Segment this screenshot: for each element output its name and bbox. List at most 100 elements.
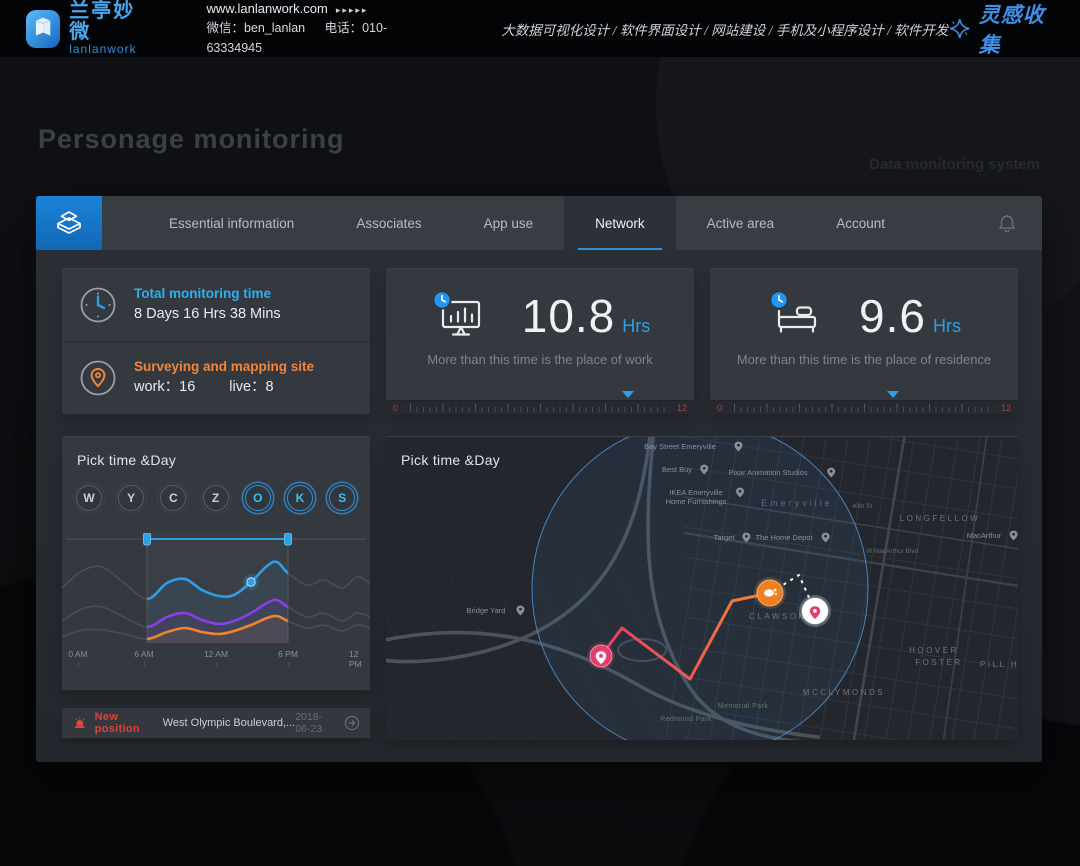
arrow-circle-icon xyxy=(344,715,360,731)
new-position-alert[interactable]: New position West Olympic Boulevard,... … xyxy=(62,708,370,738)
map-card: Bay Street Emeryville Best Buy Pixar Anima… xyxy=(386,436,1018,740)
residence-hours-value: 9.6 xyxy=(859,290,926,342)
sparkle-star-icon xyxy=(948,16,971,42)
day-button-s[interactable]: S xyxy=(329,485,355,511)
work-hours-value: 10.8 xyxy=(522,290,616,342)
services-list: 大数据可视化设计 / 软件界面设计 / 网站建设 / 手机及小程序设计 / 软件… xyxy=(501,19,948,39)
x-label-12-am: 12 AM xyxy=(204,649,228,659)
map-label-pixar-animation-studios: Pixar Animation Studios xyxy=(728,468,807,477)
map-marker-start[interactable] xyxy=(587,642,615,670)
map-label-best-buy: Best Buy xyxy=(662,465,692,474)
day-button-k[interactable]: K xyxy=(287,485,313,511)
tab-essential-information[interactable]: Essential information xyxy=(138,196,325,250)
summary-card: Total monitoring time 8 Days 16 Hrs 38 M… xyxy=(62,268,370,414)
bell-icon xyxy=(996,212,1018,234)
map-label-hoover: HOOVER xyxy=(909,646,959,655)
residence-scale-marker[interactable] xyxy=(887,391,899,398)
map-label-redmond-park: Redmond Park xyxy=(660,716,712,723)
map-pin-icon xyxy=(78,358,118,398)
work-hours: 10.8 Hrs xyxy=(522,289,651,343)
map-label-pill-hi: PILL HI xyxy=(980,660,1018,669)
map-label-macarthur: MacArthur xyxy=(967,531,1002,540)
dashboard-panel: Essential informationAssociatesApp useNe… xyxy=(36,196,1042,762)
monitoring-time-value: 8 Days 16 Hrs 38 Mins xyxy=(134,304,281,326)
chart-highlight-dot[interactable] xyxy=(247,578,255,586)
tab-network[interactable]: Network xyxy=(564,196,676,250)
slider-handle-end[interactable] xyxy=(285,533,292,545)
work-caption: More than this time is the place of work xyxy=(386,352,694,367)
map-label-w-macarthur-blvd: W MacArthur Blvd xyxy=(866,548,919,555)
siren-icon xyxy=(74,716,86,731)
survey-site-title: Surveying and mapping site xyxy=(134,357,314,377)
map-label-target: Target xyxy=(714,533,736,542)
map-label-bay-street-emeryville: Bay Street Emeryville xyxy=(644,442,716,451)
work-scale-ruler: 012 xyxy=(386,400,694,414)
page-title: Personage monitoring xyxy=(38,124,345,155)
residence-hours: 9.6 Hrs xyxy=(859,289,961,343)
residence-scale-ruler: 012 xyxy=(710,400,1018,414)
bed-clock-icon xyxy=(767,290,825,342)
monitoring-time-title: Total monitoring time xyxy=(134,284,281,304)
day-button-o[interactable]: O xyxy=(245,485,271,511)
live-count: 8 xyxy=(266,379,274,395)
tab-associates[interactable]: Associates xyxy=(325,196,452,250)
time-picker-card: Pick time &Day WYCZOKS 0 AM6 AM12 AM6 PM… xyxy=(62,436,370,690)
brand-name-cn: 兰亭妙微 xyxy=(69,1,148,43)
alert-label: New position xyxy=(95,711,151,735)
map-label-40th-st: 40th St xyxy=(852,503,873,510)
map-marker-current[interactable] xyxy=(754,577,786,609)
top-banner: 兰亭妙微 lanlanwork www.lanlanwork.com▸▸▸▸▸ … xyxy=(0,0,1080,57)
slider-handle-start[interactable] xyxy=(144,533,151,545)
timeline-chart[interactable] xyxy=(62,533,370,649)
work-hours-unit: Hrs xyxy=(622,316,650,336)
survey-site-row: Surveying and mapping site work：16live：8 xyxy=(62,341,370,413)
chart-x-axis: 0 AM6 AM12 AM6 PM12 PM xyxy=(62,649,370,663)
wechat-contact: 微信：ben_lanlan xyxy=(206,21,305,35)
clock-icon xyxy=(78,285,118,325)
layers-box-icon xyxy=(54,208,84,238)
website-link[interactable]: www.lanlanwork.com xyxy=(206,1,327,16)
arrows-decor: ▸▸▸▸▸ xyxy=(336,5,369,15)
residence-caption: More than this time is the place of resi… xyxy=(710,352,1018,367)
x-label-0-am: 0 AM xyxy=(68,649,87,659)
collect-label: 灵感收集 xyxy=(979,0,1058,59)
x-label-12-pm: 12 PM xyxy=(349,649,363,669)
module-tile-button[interactable] xyxy=(36,196,102,250)
book-logo-icon xyxy=(26,10,60,48)
day-button-y[interactable]: Y xyxy=(118,485,144,511)
map-label-home-furnishings: Home Furnishings xyxy=(666,497,727,506)
tab-account[interactable]: Account xyxy=(805,196,916,250)
brand-logo[interactable]: 兰亭妙微 lanlanwork xyxy=(26,1,148,56)
day-button-z[interactable]: Z xyxy=(203,485,229,511)
brand-name-en: lanlanwork xyxy=(69,43,148,56)
alert-date: 2018-06-23 xyxy=(295,711,337,735)
alert-detail-button[interactable] xyxy=(344,715,360,731)
map-title: Pick time &Day xyxy=(401,452,500,468)
work-scale-marker[interactable] xyxy=(622,391,634,398)
day-button-c[interactable]: C xyxy=(160,485,186,511)
work-time-card: 10.8 Hrs More than this time is the place… xyxy=(386,268,694,414)
screen: 兰亭妙微 lanlanwork www.lanlanwork.com▸▸▸▸▸ … xyxy=(0,0,1080,866)
map-label-longfellow: LONGFELLOW xyxy=(900,514,981,523)
map-label-mcclymonds: MCCLYMONDS xyxy=(803,688,885,697)
page-watermark: Data monitoring system xyxy=(869,156,1040,173)
day-button-row: WYCZOKS xyxy=(62,485,370,513)
residence-time-card: 9.6 Hrs More than this time is the place … xyxy=(710,268,1018,414)
tab-app-use[interactable]: App use xyxy=(453,196,565,250)
residence-hours-unit: Hrs xyxy=(933,316,961,336)
contact-block: www.lanlanwork.com▸▸▸▸▸ 微信：ben_lanlan 电话… xyxy=(206,0,435,58)
map-label-emeryville: Emeryville xyxy=(761,498,833,508)
work-count: 16 xyxy=(179,379,195,395)
tab-active-area[interactable]: Active area xyxy=(676,196,806,250)
x-label-6-am: 6 AM xyxy=(134,649,153,659)
day-button-w[interactable]: W xyxy=(76,485,102,511)
map-label-ikea-emeryville: IKEA Emeryville xyxy=(669,488,722,497)
notifications-button[interactable] xyxy=(996,196,1018,250)
map-marker-destination[interactable] xyxy=(799,595,831,627)
alert-address: West Olympic Boulevard,... xyxy=(163,717,295,729)
map-canvas[interactable]: Bay Street Emeryville Best Buy Pixar Anima… xyxy=(386,437,1018,740)
tab-bar: Essential informationAssociatesApp useNe… xyxy=(36,196,1042,250)
map-label-clawson: CLAWSON xyxy=(749,612,807,621)
monitoring-time-row: Total monitoring time 8 Days 16 Hrs 38 M… xyxy=(62,269,370,341)
inspiration-collect[interactable]: 灵感收集 xyxy=(948,0,1058,59)
